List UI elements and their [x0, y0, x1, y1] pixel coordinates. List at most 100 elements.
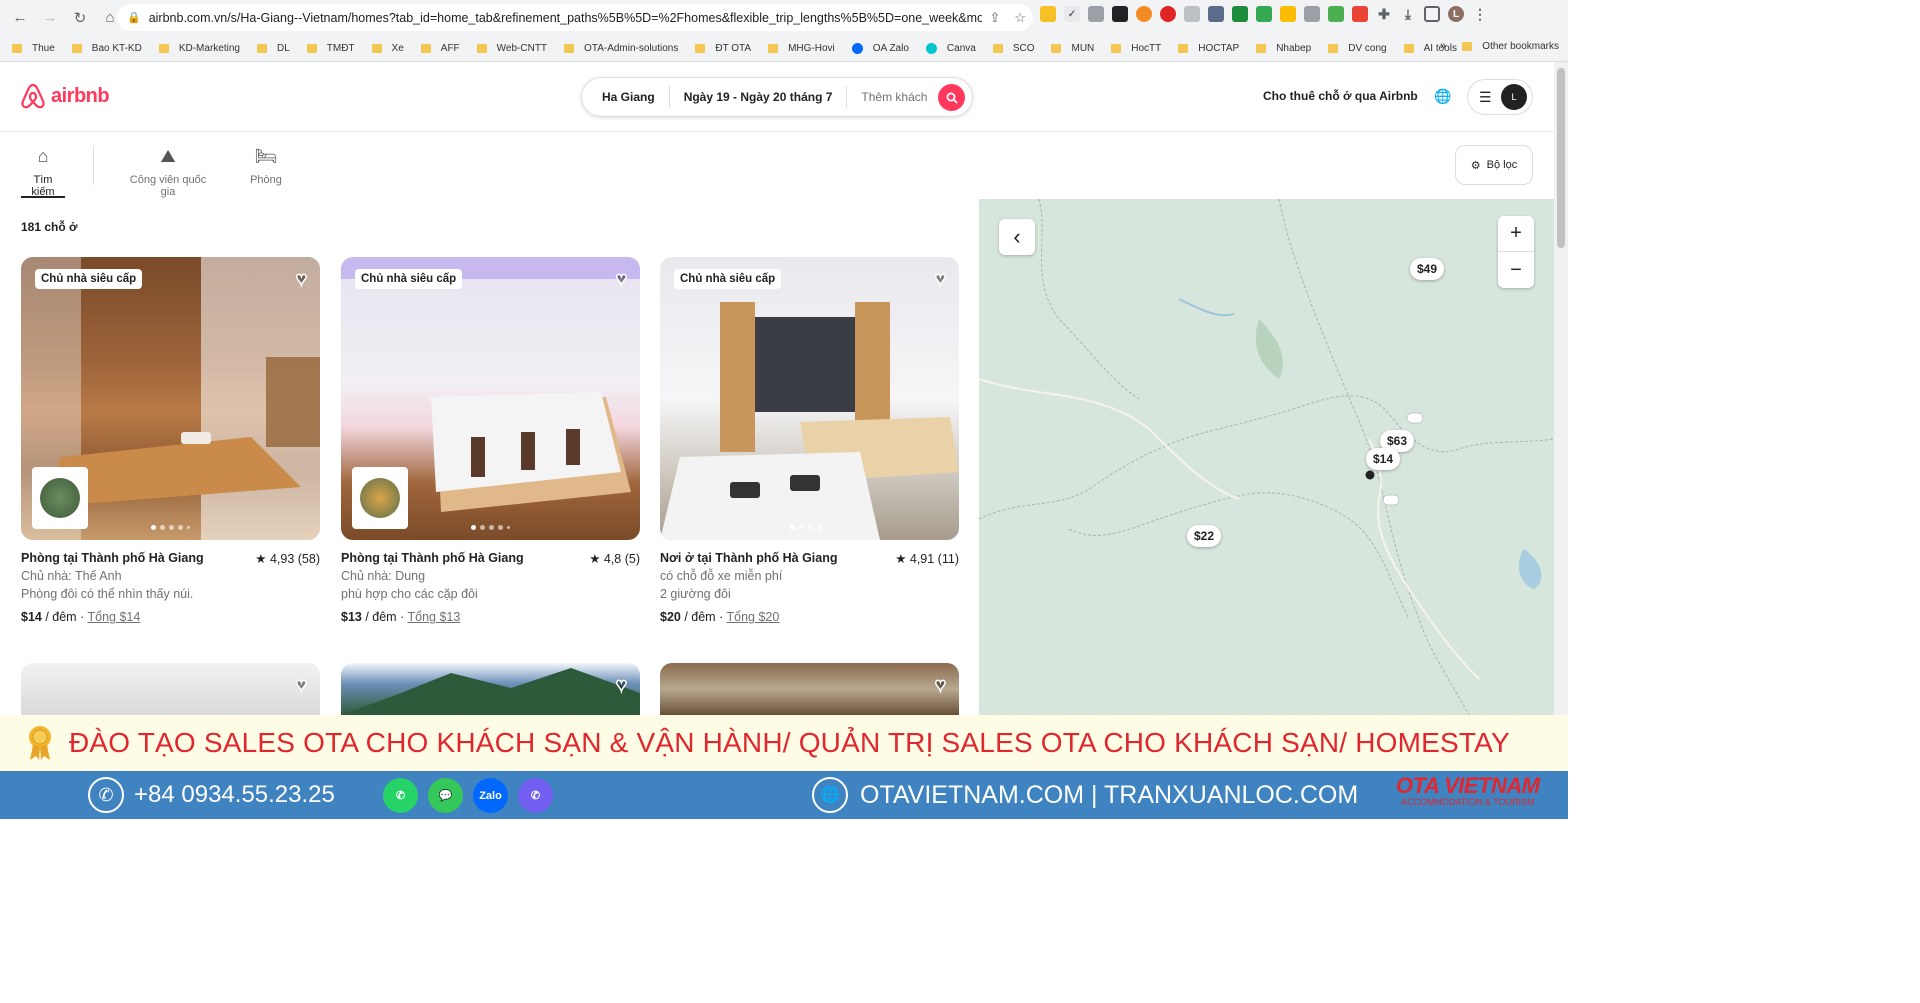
- heart-icon[interactable]: ♥: [295, 268, 308, 291]
- search-dates[interactable]: Ngày 19 - Ngày 20 tháng 7: [670, 90, 847, 104]
- bookmark-folder[interactable]: DV cong: [1328, 43, 1387, 54]
- forward-icon[interactable]: →: [36, 4, 64, 32]
- price-total[interactable]: Tổng $14: [87, 610, 140, 624]
- extension-icon[interactable]: [1184, 6, 1200, 22]
- extension-icon[interactable]: [1232, 6, 1248, 22]
- listing-card[interactable]: Chủ nhà siêu cấp ♥ Nơi ở tại Thành phố H…: [660, 257, 959, 624]
- scrollbar-thumb[interactable]: [1557, 68, 1565, 248]
- extension-icon[interactable]: [1280, 6, 1296, 22]
- filter-button[interactable]: ⚙ Bộ lọc: [1455, 145, 1533, 185]
- search-bar[interactable]: Ha Giang Ngày 19 - Ngày 20 tháng 7 Thêm …: [581, 77, 973, 117]
- user-menu-button[interactable]: ☰ L: [1467, 79, 1533, 115]
- price-total[interactable]: Tổng $13: [407, 610, 460, 624]
- listing-card[interactable]: Chủ nhà siêu cấp ♥ Phòng tại Thành phố H…: [341, 257, 640, 624]
- bookmark-folder[interactable]: TMĐT: [306, 43, 355, 54]
- bookmark-folder[interactable]: Xe: [371, 43, 404, 54]
- price-total[interactable]: Tổng $20: [726, 610, 779, 624]
- url-text[interactable]: airbnb.com.vn/s/Ha-Giang--Vietnam/homes?…: [149, 11, 983, 25]
- listing-photo-partial[interactable]: ♥: [660, 663, 959, 715]
- map-price-pin[interactable]: $49: [1410, 258, 1445, 280]
- listing-photo[interactable]: Chủ nhà siêu cấp ♥: [341, 257, 640, 540]
- carousel-dot: [471, 525, 476, 530]
- download-icon[interactable]: ⤓: [1400, 6, 1416, 22]
- folder-icon: [476, 43, 487, 53]
- extension-icon[interactable]: [1208, 6, 1224, 22]
- extension-icon[interactable]: [1304, 6, 1320, 22]
- carousel-dot: [808, 525, 813, 530]
- tab-rooms[interactable]: 🛏 Phòng: [250, 144, 282, 187]
- bookmark-folder[interactable]: Nhabep: [1256, 43, 1311, 54]
- bookmark-link[interactable]: Canva: [925, 42, 976, 54]
- heart-icon[interactable]: ♥: [295, 674, 308, 697]
- extension-icon[interactable]: [1328, 6, 1344, 22]
- tab-national-park[interactable]: ⛰ Công viên quốc gia: [121, 144, 215, 199]
- heart-icon[interactable]: ♥: [934, 268, 947, 291]
- bookmark-folder[interactable]: SCO: [992, 43, 1034, 54]
- map-panel[interactable]: ‹ + − $49 $63 $14 $22: [979, 199, 1554, 715]
- reload-icon[interactable]: ↻: [66, 4, 94, 32]
- extension-icon[interactable]: ✓: [1064, 6, 1080, 22]
- tab-label: Phòng: [250, 174, 282, 186]
- heart-icon[interactable]: ♥: [934, 674, 947, 697]
- zoom-out-button[interactable]: −: [1498, 252, 1534, 288]
- listing-photo[interactable]: Chủ nhà siêu cấp ♥: [21, 257, 320, 540]
- puzzle-icon[interactable]: ✚: [1376, 6, 1392, 22]
- bookmark-folder[interactable]: MUN: [1051, 43, 1094, 54]
- bookmark-folder[interactable]: HOCTAP: [1178, 43, 1239, 54]
- share-icon[interactable]: ⇪: [989, 10, 1000, 26]
- sidepanel-icon[interactable]: [1424, 6, 1440, 22]
- other-bookmarks[interactable]: Other bookmarks: [1462, 41, 1559, 52]
- filter-label: Bộ lọc: [1486, 159, 1518, 171]
- back-icon[interactable]: ←: [6, 4, 34, 32]
- tab-search[interactable]: ⌂ Tìm kiếm: [21, 144, 65, 198]
- bookmark-folder[interactable]: MHG-Hovi: [768, 43, 835, 54]
- listing-photo[interactable]: Chủ nhà siêu cấp ♥: [660, 257, 959, 540]
- bookmarks-overflow-icon[interactable]: »: [1440, 40, 1446, 52]
- become-host-link[interactable]: Cho thuê chỗ ở qua Airbnb: [1263, 89, 1418, 103]
- bookmark-folder[interactable]: AI tools: [1403, 43, 1457, 54]
- extension-icon[interactable]: [1112, 6, 1128, 22]
- bookmark-star-icon[interactable]: ☆: [1014, 10, 1026, 26]
- bookmark-folder[interactable]: OTA-Admin-solutions: [564, 43, 678, 54]
- listing-card[interactable]: Chủ nhà siêu cấp ♥ Phòng tại Thành phố H…: [21, 257, 320, 624]
- extension-icon[interactable]: [1256, 6, 1272, 22]
- extension-icon[interactable]: [1136, 6, 1152, 22]
- collapse-map-button[interactable]: ‹: [999, 219, 1035, 255]
- bookmark-folder[interactable]: AFF: [420, 43, 460, 54]
- map-price-pin[interactable]: $22: [1187, 525, 1222, 547]
- profile-letter: L: [1452, 8, 1460, 20]
- extension-icon[interactable]: [1160, 6, 1176, 22]
- bookmark-folder[interactable]: ĐT OTA: [695, 43, 751, 54]
- airbnb-logo[interactable]: airbnb: [20, 82, 110, 110]
- folder-icon: [371, 43, 382, 53]
- profile-avatar[interactable]: L: [1448, 6, 1464, 22]
- globe-icon[interactable]: 🌐: [1434, 88, 1451, 105]
- search-button[interactable]: [938, 84, 965, 111]
- address-bar[interactable]: 🔒 airbnb.com.vn/s/Ha-Giang--Vietnam/home…: [117, 4, 1033, 31]
- extension-icon[interactable]: [1352, 6, 1368, 22]
- listing-photo-partial[interactable]: ♥: [21, 663, 320, 715]
- zoom-in-button[interactable]: +: [1498, 216, 1534, 252]
- map-price-pin[interactable]: $14: [1366, 448, 1401, 470]
- bookmark-folder[interactable]: HocTT: [1111, 43, 1161, 54]
- heart-icon[interactable]: ♥: [615, 674, 628, 697]
- bookmark-folder[interactable]: Bao KT-KD: [71, 43, 142, 54]
- bookmark-folder[interactable]: Thue: [12, 43, 55, 54]
- bookmark-label: OA Zalo: [872, 42, 909, 54]
- bookmark-link[interactable]: OA Zalo: [851, 42, 909, 54]
- search-location[interactable]: Ha Giang: [582, 90, 669, 104]
- bookmark-folder[interactable]: Web-CNTT: [476, 43, 547, 54]
- phone-icon: ✆: [88, 777, 124, 813]
- heart-icon[interactable]: ♥: [615, 268, 628, 291]
- ota-vietnam-logo: OTA VIETNAM ACCOMMODATION & TOURISM: [1396, 773, 1540, 807]
- extension-icon[interactable]: [1040, 6, 1056, 22]
- listing-photo-partial[interactable]: ♥: [341, 663, 640, 715]
- lock-icon[interactable]: 🔒: [127, 11, 141, 24]
- kebab-menu-icon[interactable]: ⋮: [1472, 6, 1488, 22]
- bookmark-folder[interactable]: DL: [256, 43, 290, 54]
- bookmark-folder[interactable]: KD-Marketing: [158, 43, 240, 54]
- extension-icon[interactable]: [1088, 6, 1104, 22]
- search-guests[interactable]: Thêm khách: [847, 90, 941, 104]
- other-bookmarks-label: Other bookmarks: [1482, 41, 1559, 52]
- page-scrollbar[interactable]: [1554, 62, 1568, 715]
